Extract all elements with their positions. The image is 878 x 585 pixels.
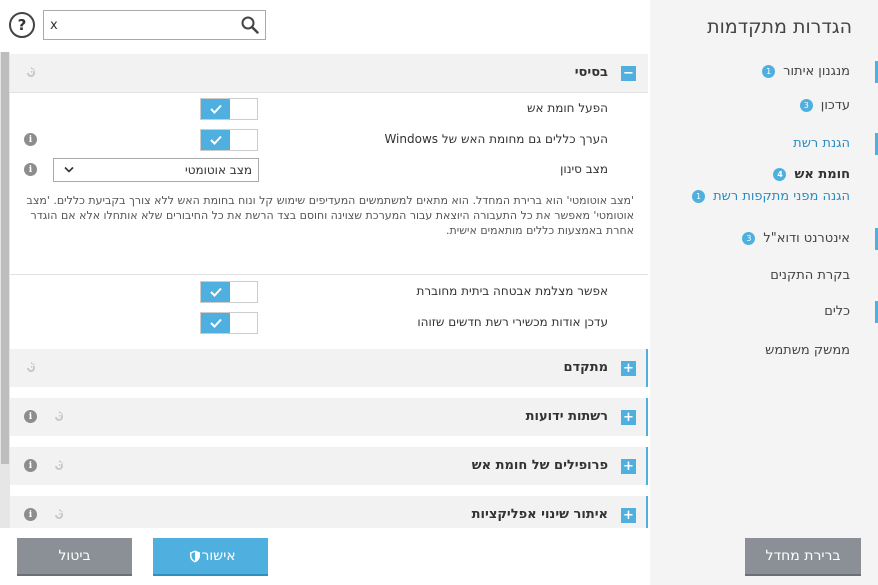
help-button[interactable]: ? xyxy=(9,12,35,38)
nav-item-label: בקרת התקנים xyxy=(770,267,850,283)
nav-item-label: אינטרנט ודוא"ל xyxy=(763,230,850,246)
section-advanced-header[interactable]: + מתקדם xyxy=(10,349,648,387)
nav-item-tools[interactable]: כלים xyxy=(650,297,878,325)
count-badge: 1 xyxy=(692,189,706,203)
expand-icon[interactable]: + xyxy=(621,508,636,523)
settings-content: − בסיסי הפעל חומת אש הערך כללים גם מחומת… xyxy=(0,52,648,528)
collapse-icon[interactable]: − xyxy=(621,66,636,81)
divider xyxy=(10,274,648,275)
setting-label: מצב סינון xyxy=(560,162,608,176)
chevron-down-icon xyxy=(64,166,74,173)
nav-item-label: עדכון xyxy=(820,97,850,113)
revert-icon[interactable] xyxy=(52,509,66,521)
info-icon[interactable]: i xyxy=(24,133,37,146)
section-known-networks-header[interactable]: + רשתות ידועות i xyxy=(10,398,648,436)
expand-icon[interactable]: + xyxy=(621,361,636,376)
description-text: 'מצב אוטומטי' הוא ברירת המחדל. הוא מתאים… xyxy=(26,194,634,237)
filter-mode-select[interactable]: מצב אוטומטי xyxy=(53,158,259,182)
setting-row-notify-new-devices: עדכן אודות מכשירי רשת חדשים שזוהו xyxy=(10,307,648,337)
setting-row-home-network: אפשר מצלמת אבטחה ביתית מחוברת xyxy=(10,276,648,306)
nav-item-update[interactable]: עדכון 3 xyxy=(650,91,878,119)
nav-item-label: הגנה מפני מתקפות רשת xyxy=(713,188,850,204)
count-badge: 4 xyxy=(773,167,787,181)
nav-item-label: ממשק משתמש xyxy=(765,342,850,358)
button-label: ברירת מחדל xyxy=(765,548,841,564)
check-icon xyxy=(201,130,230,150)
revert-icon[interactable] xyxy=(52,460,66,472)
default-button[interactable]: ברירת מחדל xyxy=(745,538,861,576)
search-box[interactable] xyxy=(43,10,266,40)
revert-icon[interactable] xyxy=(52,411,66,423)
page-title: הגדרות מתקדמות xyxy=(707,16,852,38)
section-title: פרופילים של חומת אש xyxy=(471,458,608,473)
info-icon[interactable]: i xyxy=(24,163,37,176)
home-network-toggle[interactable] xyxy=(200,281,258,303)
nav-item-detection-engine[interactable]: מנגנון איתור 1 xyxy=(650,57,878,85)
settings-nav: הגדרות מתקדמות מנגנון איתור 1 עדכון 3 הג… xyxy=(650,0,878,585)
section-title: בסיסי xyxy=(574,65,608,80)
section-basic-header[interactable]: − בסיסי xyxy=(10,54,648,92)
section-edge xyxy=(646,349,648,387)
nav-item-device-control[interactable]: בקרת התקנים xyxy=(650,261,878,289)
nav-item-web-and-email[interactable]: אינטרנט ודוא"ל 3 xyxy=(650,224,878,252)
expand-icon[interactable]: + xyxy=(621,410,636,425)
nav-item-label: כלים xyxy=(824,303,850,319)
revert-icon[interactable] xyxy=(24,67,38,79)
search-icon[interactable] xyxy=(241,16,259,34)
count-badge: 1 xyxy=(762,64,776,78)
setting-row-enable-firewall: הפעל חומת אש xyxy=(10,93,648,123)
shield-icon xyxy=(190,550,201,562)
nav-item-user-interface[interactable]: ממשק משתמש xyxy=(650,336,878,364)
nav-item-label: חומת אש xyxy=(794,166,850,182)
setting-row-filter-mode: מצב סינון מצב אוטומטי i xyxy=(10,154,648,184)
setting-label: הערך כללים גם מחומת האש של Windows xyxy=(384,132,608,146)
enable-firewall-toggle[interactable] xyxy=(200,98,258,120)
nav-item-label: מנגנון איתור xyxy=(783,63,850,79)
info-icon[interactable]: i xyxy=(24,410,37,423)
select-value: מצב אוטומטי xyxy=(185,163,252,177)
check-icon xyxy=(201,313,230,333)
info-icon[interactable]: i xyxy=(24,508,37,521)
count-badge: 3 xyxy=(742,231,756,245)
scrollbar-thumb[interactable] xyxy=(1,52,9,464)
check-icon xyxy=(201,99,230,119)
eval-windows-rules-toggle[interactable] xyxy=(200,129,258,151)
check-icon xyxy=(201,282,230,302)
button-label: ביטול xyxy=(58,548,91,564)
setting-row-eval-windows-rules: הערך כללים גם מחומת האש של Windows i xyxy=(10,124,648,154)
nav-item-network-protection[interactable]: הגנת רשת xyxy=(650,129,878,157)
filter-mode-description: 'מצב אוטומטי' הוא ברירת המחדל. הוא מתאים… xyxy=(10,187,648,245)
search-input[interactable] xyxy=(50,14,230,36)
cancel-button[interactable]: ביטול xyxy=(17,538,132,576)
info-icon[interactable]: i xyxy=(24,459,37,472)
count-badge: 3 xyxy=(799,98,813,112)
setting-label: עדכן אודות מכשירי רשת חדשים שזוהו xyxy=(417,315,608,329)
question-icon: ? xyxy=(17,16,27,34)
section-app-change-header[interactable]: + איתור שינוי אפליקציות i xyxy=(10,496,648,528)
section-title: איתור שינוי אפליקציות xyxy=(471,507,608,522)
nav-item-label: הגנת רשת xyxy=(793,135,850,151)
setting-label: הפעל חומת אש xyxy=(527,101,608,115)
notify-new-devices-toggle[interactable] xyxy=(200,312,258,334)
section-edge xyxy=(646,398,648,436)
section-title: מתקדם xyxy=(563,360,608,375)
scrollbar[interactable] xyxy=(0,52,10,528)
expand-icon[interactable]: + xyxy=(621,459,636,474)
setting-label: אפשר מצלמת אבטחה ביתית מחוברת xyxy=(416,284,608,298)
section-edge xyxy=(646,447,648,485)
section-title: רשתות ידועות xyxy=(525,409,608,424)
nav-item-network-attack-protection[interactable]: הגנה מפני מתקפות רשת 1 xyxy=(650,182,878,210)
section-edge xyxy=(646,496,648,528)
ok-button[interactable]: אישור xyxy=(153,538,268,576)
section-firewall-profiles-header[interactable]: + פרופילים של חומת אש i xyxy=(10,447,648,485)
revert-icon[interactable] xyxy=(24,362,38,374)
button-label: אישור xyxy=(201,548,236,564)
